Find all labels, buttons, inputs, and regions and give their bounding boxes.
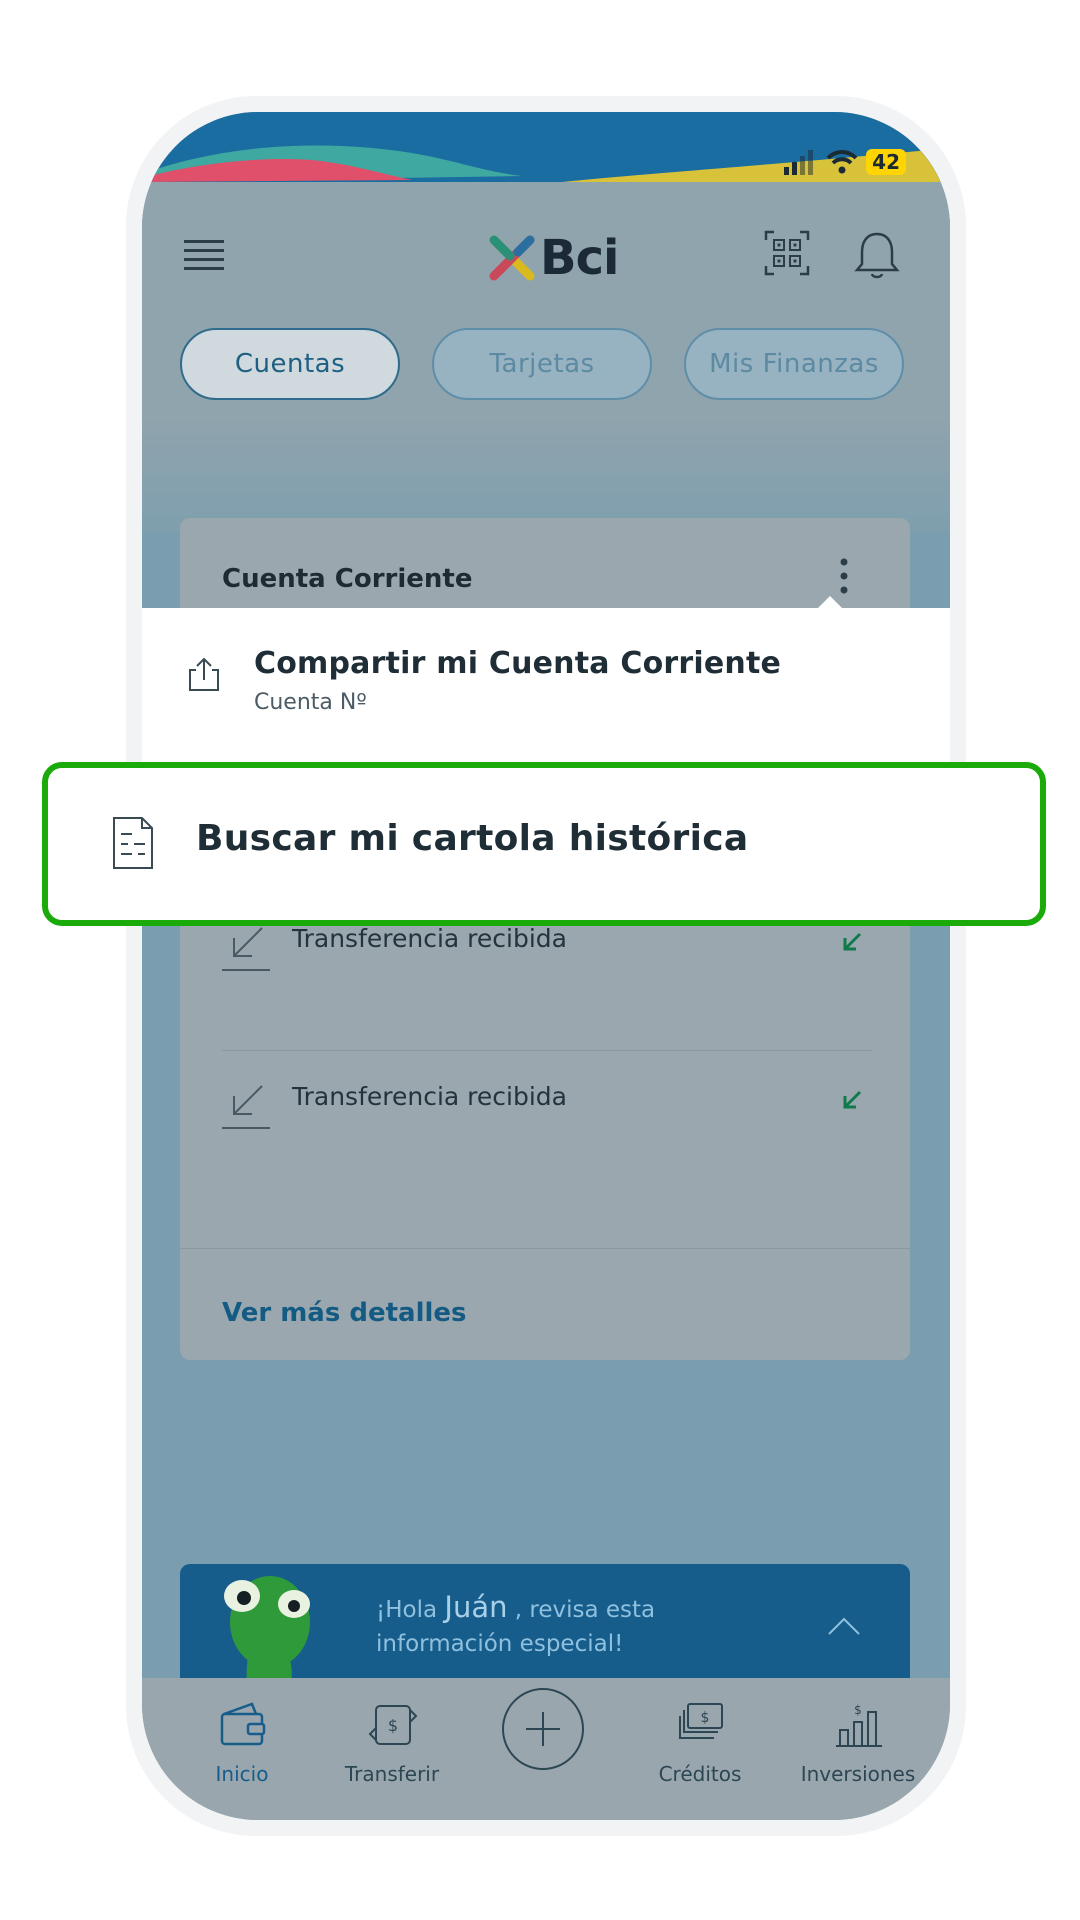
kebab-menu-icon[interactable]: [838, 556, 850, 596]
bci-logo: Bci: [488, 230, 619, 286]
document-icon: [113, 817, 153, 869]
ver-mas-detalles-link[interactable]: Ver más detalles: [222, 1298, 467, 1328]
history-statement-option[interactable]: Buscar mi cartola histórica: [42, 762, 1046, 926]
share-icon: [189, 657, 219, 691]
logo-mark-icon: [489, 235, 535, 281]
stage: 42 Bci Cuentas Tarjetas Mis Finanzas Cue…: [0, 0, 1080, 1920]
incoming-transfer-icon: [222, 927, 270, 971]
status-icons: 42: [782, 148, 906, 176]
transaction-label: Transferencia recibida: [292, 924, 567, 953]
incoming-transfer-icon: [222, 1085, 270, 1129]
card-title: Cuenta Corriente: [222, 564, 473, 594]
transaction-row[interactable]: Transferencia recibida: [222, 918, 872, 998]
history-statement-label: Buscar mi cartola histórica: [196, 818, 749, 859]
arrow-down-left-icon: [843, 932, 862, 951]
signal-icon: [784, 150, 814, 175]
tab-cuentas[interactable]: Cuentas: [180, 328, 400, 400]
divider: [222, 1050, 872, 1051]
battery-indicator: 42: [866, 149, 906, 175]
transaction-row[interactable]: Transferencia recibida: [222, 1076, 872, 1156]
divider: [180, 1248, 910, 1249]
tab-tarjetas[interactable]: Tarjetas: [432, 328, 652, 400]
transaction-label: Transferencia recibida: [292, 1082, 567, 1111]
tab-mis-finanzas[interactable]: Mis Finanzas: [684, 328, 904, 400]
bell-icon[interactable]: [854, 230, 900, 280]
account-tabs: Cuentas Tarjetas Mis Finanzas: [180, 328, 920, 400]
wifi-icon: [826, 150, 858, 174]
share-account-option[interactable]: Compartir mi Cuenta Corriente Cuenta Nº: [142, 628, 950, 738]
hamburger-icon[interactable]: [182, 236, 226, 276]
share-account-subtitle: Cuenta Nº: [254, 690, 367, 715]
arrow-down-left-icon: [843, 1090, 862, 1109]
popup-caret: [818, 596, 842, 608]
qr-code-icon[interactable]: [764, 230, 810, 276]
phone-screen: 42 Bci Cuentas Tarjetas Mis Finanzas Cue…: [142, 112, 950, 1820]
logo-text: Bci: [540, 230, 619, 286]
share-account-title: Compartir mi Cuenta Corriente: [254, 646, 782, 681]
